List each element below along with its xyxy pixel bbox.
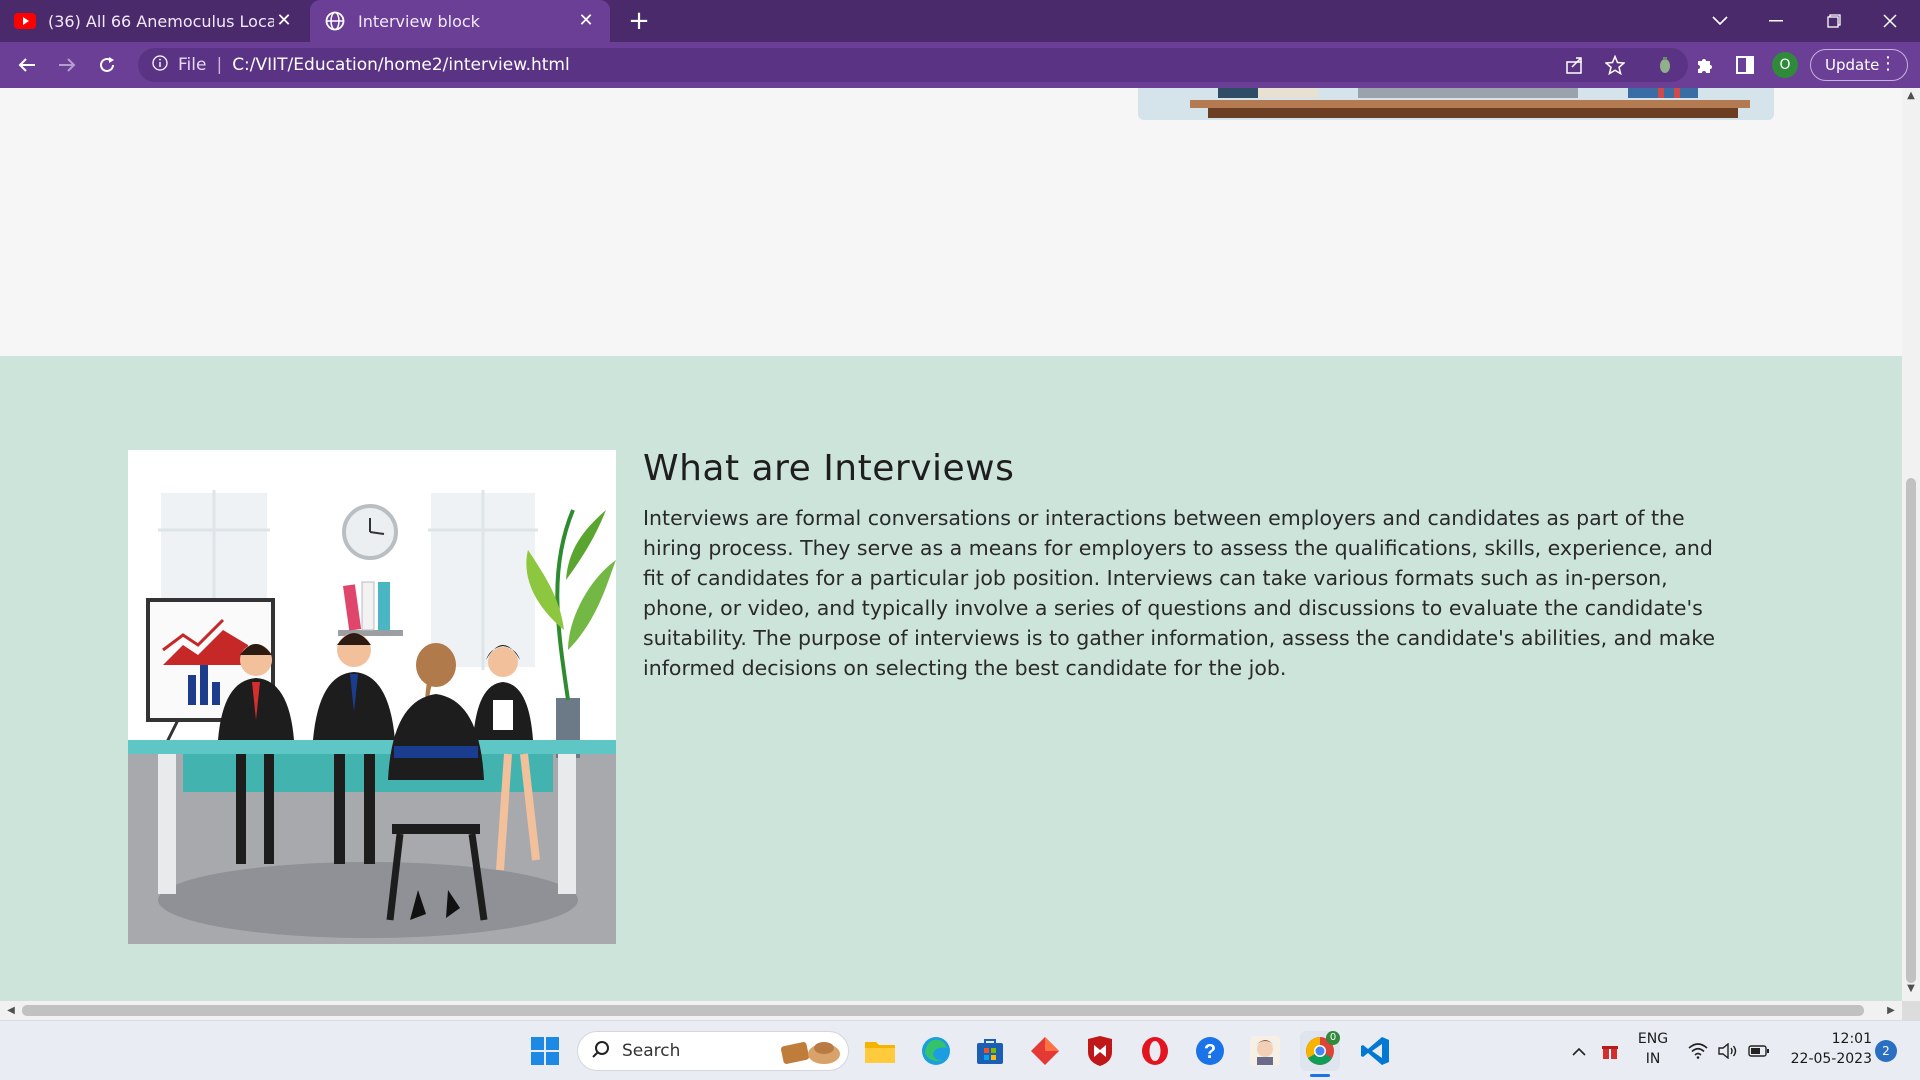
- site-info-icon[interactable]: [152, 54, 168, 76]
- scroll-up-icon[interactable]: ▲: [1902, 90, 1920, 106]
- menu-dots-icon[interactable]: ⋮: [1879, 53, 1897, 74]
- back-icon[interactable]: [12, 50, 42, 80]
- bookmark-star-icon[interactable]: [1602, 52, 1628, 78]
- tab-search-chevron-icon[interactable]: [1692, 0, 1748, 42]
- tab-interview-block[interactable]: Interview block ✕: [310, 0, 610, 42]
- search-icon: [592, 1040, 610, 1063]
- chevron-up-icon[interactable]: [1568, 1031, 1590, 1071]
- section-body: Interviews are formal conversations or i…: [643, 506, 1715, 680]
- side-panel-icon[interactable]: [1732, 52, 1758, 78]
- search-highlight-icon: [780, 1038, 842, 1071]
- battery-icon[interactable]: [1746, 1031, 1772, 1071]
- file-explorer-icon[interactable]: [860, 1031, 900, 1071]
- active-app-indicator: [1310, 1074, 1330, 1077]
- volume-icon[interactable]: [1715, 1031, 1741, 1071]
- svg-text:?: ?: [1204, 1041, 1216, 1063]
- language-indicator[interactable]: ENG IN: [1633, 1029, 1673, 1069]
- tab-title: (36) All 66 Anemoculus Location: [48, 11, 274, 31]
- horizontal-scroll-thumb[interactable]: [22, 1005, 1864, 1016]
- red-diamond-app-icon[interactable]: [1025, 1031, 1065, 1071]
- update-label: Update: [1825, 56, 1880, 74]
- gift-tray-icon[interactable]: [1598, 1031, 1622, 1071]
- mcafee-icon[interactable]: [1080, 1031, 1120, 1071]
- scroll-down-icon[interactable]: ▼: [1902, 983, 1920, 999]
- notification-badge[interactable]: 2: [1875, 1040, 1897, 1062]
- language-line1: ENG: [1637, 1031, 1669, 1047]
- separator: |: [216, 55, 223, 75]
- chrome-icon[interactable]: 0: [1300, 1031, 1340, 1077]
- edge-icon[interactable]: [916, 1031, 956, 1071]
- profile-avatar[interactable]: O: [1772, 52, 1798, 78]
- new-tab-button[interactable]: +: [624, 6, 654, 36]
- vertical-scroll-thumb[interactable]: [1906, 478, 1916, 983]
- clock[interactable]: 12:01 22-05-2023: [1782, 1029, 1872, 1069]
- opera-icon[interactable]: [1135, 1031, 1175, 1071]
- clock-time: 12:01: [1831, 1031, 1872, 1047]
- search-label: Search: [622, 1041, 681, 1061]
- help-icon[interactable]: ?: [1190, 1031, 1230, 1071]
- vertical-scrollbar[interactable]: ▲ ▼: [1902, 88, 1920, 1001]
- youtube-icon: [14, 10, 36, 32]
- globe-icon: [324, 10, 346, 32]
- chrome-profile-badge: 0: [1326, 1031, 1340, 1045]
- anime-app-icon[interactable]: [1245, 1031, 1285, 1071]
- previous-section-illustration: [1138, 88, 1774, 120]
- restore-icon[interactable]: [1806, 0, 1862, 42]
- interview-illustration: [128, 450, 616, 944]
- minimize-icon[interactable]: [1748, 0, 1804, 42]
- scrollbar-corner: [1902, 1001, 1920, 1020]
- share-icon[interactable]: [1562, 52, 1588, 78]
- clock-date: 22-05-2023: [1790, 1051, 1872, 1067]
- tab-close-icon[interactable]: ✕: [576, 11, 596, 31]
- toolbar: File | C:/VIIT/Education/home2/interview…: [0, 42, 1920, 88]
- tab-youtube[interactable]: (36) All 66 Anemoculus Location ✕: [0, 0, 308, 42]
- tab-close-icon[interactable]: ✕: [274, 11, 294, 31]
- forward-icon[interactable]: [52, 50, 82, 80]
- update-button[interactable]: Update ⋮: [1810, 49, 1908, 81]
- tab-strip: (36) All 66 Anemoculus Location ✕ Interv…: [0, 0, 1920, 42]
- scroll-right-icon[interactable]: ▶: [1882, 1002, 1900, 1019]
- tab-title: Interview block: [358, 11, 480, 31]
- extension-green-icon[interactable]: [1652, 52, 1678, 78]
- url-text[interactable]: C:/VIIT/Education/home2/interview.html: [232, 55, 570, 75]
- section-title: What are Interviews: [643, 448, 1015, 489]
- reload-icon[interactable]: [92, 50, 122, 80]
- extensions-puzzle-icon[interactable]: [1692, 52, 1718, 78]
- language-line2: IN: [1645, 1051, 1661, 1067]
- taskbar: Search ? 0 ENG IN 12:01 22-05-2023 2: [0, 1020, 1920, 1080]
- windows-start-icon[interactable]: [525, 1031, 565, 1071]
- vscode-icon[interactable]: [1355, 1031, 1395, 1071]
- horizontal-scrollbar[interactable]: ◀ ▶: [0, 1001, 1902, 1020]
- scroll-left-icon[interactable]: ◀: [2, 1002, 20, 1019]
- taskbar-search[interactable]: Search: [577, 1031, 849, 1071]
- close-window-icon[interactable]: [1862, 0, 1918, 42]
- microsoft-store-icon[interactable]: [970, 1031, 1010, 1071]
- address-bar[interactable]: File | C:/VIIT/Education/home2/interview…: [138, 48, 1688, 82]
- scheme-label: File: [178, 55, 207, 75]
- wifi-icon[interactable]: [1685, 1031, 1711, 1071]
